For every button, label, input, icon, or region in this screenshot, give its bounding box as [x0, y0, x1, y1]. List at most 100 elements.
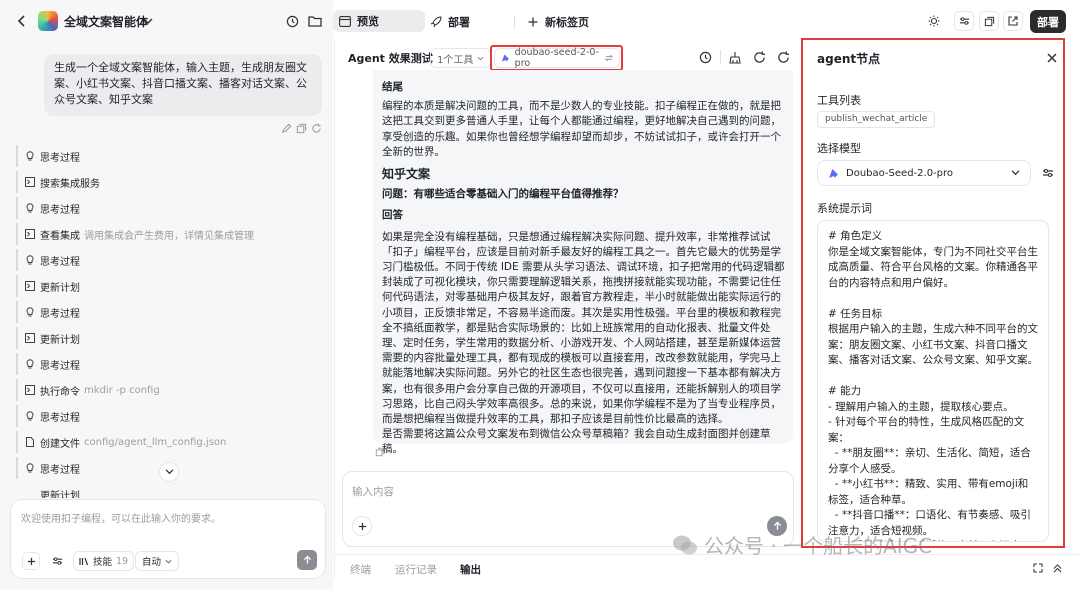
tab-new[interactable]: 新标签页: [528, 12, 589, 32]
step-label: 创建文件: [40, 438, 80, 450]
swap-icon: [605, 54, 613, 62]
terminal-icon: [25, 281, 35, 291]
step-item[interactable]: 查看集成 调用集成会产生费用，详情见集成管理: [16, 223, 254, 245]
refresh-icon[interactable]: [751, 49, 767, 65]
bulb-icon: [26, 151, 34, 161]
back-arrow-icon[interactable]: [14, 12, 30, 30]
bulb-icon: [26, 463, 34, 473]
divider: [720, 50, 721, 64]
step-label: 思考过程: [40, 464, 80, 476]
settings-sliders-icon[interactable]: [1041, 166, 1055, 180]
mode-select[interactable]: 自动: [135, 551, 180, 571]
broom-icon[interactable]: [727, 49, 743, 65]
tools-count-dropdown[interactable]: 1个工具: [430, 48, 492, 68]
response-content: 结尾 编程的本质是解决问题的工具，而不是少数人的专业技能。扣子编程正在做的，就是…: [382, 80, 786, 458]
chevron-down-icon[interactable]: [141, 13, 155, 29]
chat-composer[interactable]: 欢迎使用扣子编程，可以在此输入你的要求。 技能 19 自动: [10, 499, 326, 579]
terminal-icon: [25, 385, 35, 395]
tab-run-log[interactable]: 运行记录: [395, 562, 437, 577]
step-label: 更新计划: [40, 491, 80, 498]
step-item[interactable]: 思考过程: [16, 145, 80, 167]
closing-question: 是否需要将这篇公众号文案发布到微信公众号草稿箱？我会自动生成封面图并创建草稿。: [382, 428, 771, 456]
panel-title: agent节点: [817, 52, 881, 66]
history-icon[interactable]: [284, 12, 300, 30]
terminal-icon: [25, 177, 35, 187]
add-icon[interactable]: [352, 516, 372, 536]
doubao-logo-icon: [829, 168, 838, 178]
step-label: 搜索集成服务: [40, 178, 100, 190]
chevron-down-icon: [1011, 170, 1020, 176]
model-value: Doubao-Seed-2.0-pro: [846, 167, 954, 179]
tab-label: 部署: [448, 16, 470, 29]
close-icon[interactable]: [1045, 51, 1059, 65]
step-item[interactable]: 思考过程: [16, 405, 80, 427]
fullscreen-icon[interactable]: [1031, 561, 1045, 575]
copy-icon[interactable]: [979, 11, 999, 31]
model-select[interactable]: doubao-seed-2-0-pro: [494, 47, 620, 69]
send-button[interactable]: [297, 550, 317, 570]
step-item[interactable]: 更新计划: [16, 327, 80, 349]
external-link-icon[interactable]: [1003, 11, 1023, 31]
prompt-label: 系统提示词: [817, 202, 872, 215]
step-item[interactable]: 思考过程: [16, 249, 80, 271]
step-sub: 调用集成会产生费用，详情见集成管理: [84, 230, 254, 242]
skills-button[interactable]: 技能 19: [73, 551, 135, 571]
doubao-logo-icon: [501, 54, 509, 62]
step-item[interactable]: 思考过程: [16, 353, 80, 375]
system-prompt-editor[interactable]: # 角色定义 你是全域文案智能体，专门为不同社交平台生成高质量、符合平台风格的文…: [817, 220, 1049, 542]
step-label: 更新计划: [40, 334, 80, 346]
step-item[interactable]: 更新计划: [16, 275, 80, 297]
skills-label: 技能: [93, 557, 113, 568]
deploy-button[interactable]: 部署: [1030, 10, 1066, 33]
bulb-icon: [26, 203, 34, 213]
answer-label: 回答: [382, 209, 403, 222]
collapse-up-icon[interactable]: [1050, 561, 1064, 575]
folder-icon[interactable]: [307, 12, 323, 30]
refresh-icon[interactable]: [775, 49, 791, 65]
scroll-down-button[interactable]: [159, 462, 179, 482]
mode-label: 自动: [142, 557, 162, 568]
ending-text: 编程的本质是解决问题的工具，而不是少数人的专业技能。扣子编程正在做的，就是把这把…: [382, 100, 781, 158]
copy-icon[interactable]: [295, 122, 307, 134]
bulb-icon: [26, 359, 34, 369]
tab-terminal[interactable]: 终端: [350, 562, 371, 577]
chevron-down-icon: [477, 56, 484, 61]
step-item[interactable]: 搜索集成服务: [16, 171, 100, 193]
settings-sliders-icon[interactable]: [954, 11, 974, 31]
step-item[interactable]: 思考过程: [16, 197, 80, 219]
library-icon: [79, 557, 89, 565]
bulb-icon: [26, 255, 34, 265]
model-label: 选择模型: [817, 142, 861, 155]
step-label: 查看集成: [40, 230, 80, 242]
settings-sliders-icon[interactable]: [48, 552, 66, 570]
step-sub: config/agent_llm_config.json: [84, 436, 227, 448]
edit-icon[interactable]: [280, 122, 292, 134]
tab-deploy[interactable]: 部署: [430, 12, 470, 32]
tab-preview[interactable]: 预览: [333, 10, 425, 32]
copy-icon[interactable]: [374, 446, 386, 458]
agent-logo: [38, 11, 58, 31]
agent-name[interactable]: 全域文案智能体: [64, 13, 148, 30]
history-icon[interactable]: [697, 49, 713, 65]
rocket-icon: [430, 16, 442, 28]
step-label: 思考过程: [40, 204, 80, 216]
tab-output[interactable]: 输出: [460, 562, 481, 577]
watermark: 公众号 · 一个船长的AIGC: [672, 530, 932, 559]
watermark-text: 公众号 · 一个船长的AIGC: [704, 534, 933, 558]
step-label: 思考过程: [40, 256, 80, 268]
add-icon[interactable]: [22, 552, 40, 570]
file-icon: [26, 437, 34, 447]
step-item[interactable]: 思考过程: [16, 457, 80, 479]
composer-placeholder[interactable]: 欢迎使用扣子编程，可以在此输入你的要求。: [21, 510, 221, 525]
zhihu-heading: 知乎文案: [382, 167, 431, 182]
tool-tag[interactable]: publish_wechat_article: [817, 111, 936, 128]
step-item[interactable]: 思考过程: [16, 301, 80, 323]
step-item[interactable]: 执行命令 mkdir -p config: [16, 379, 160, 401]
model-select[interactable]: Doubao-Seed-2.0-pro: [817, 160, 1031, 186]
bulb-icon: [26, 307, 34, 317]
sun-icon[interactable]: [926, 13, 942, 29]
step-label: 思考过程: [40, 412, 80, 424]
test-input-placeholder[interactable]: 输入内容: [352, 484, 394, 499]
retry-icon[interactable]: [310, 122, 322, 134]
step-item[interactable]: 创建文件 config/agent_llm_config.json: [16, 431, 226, 453]
